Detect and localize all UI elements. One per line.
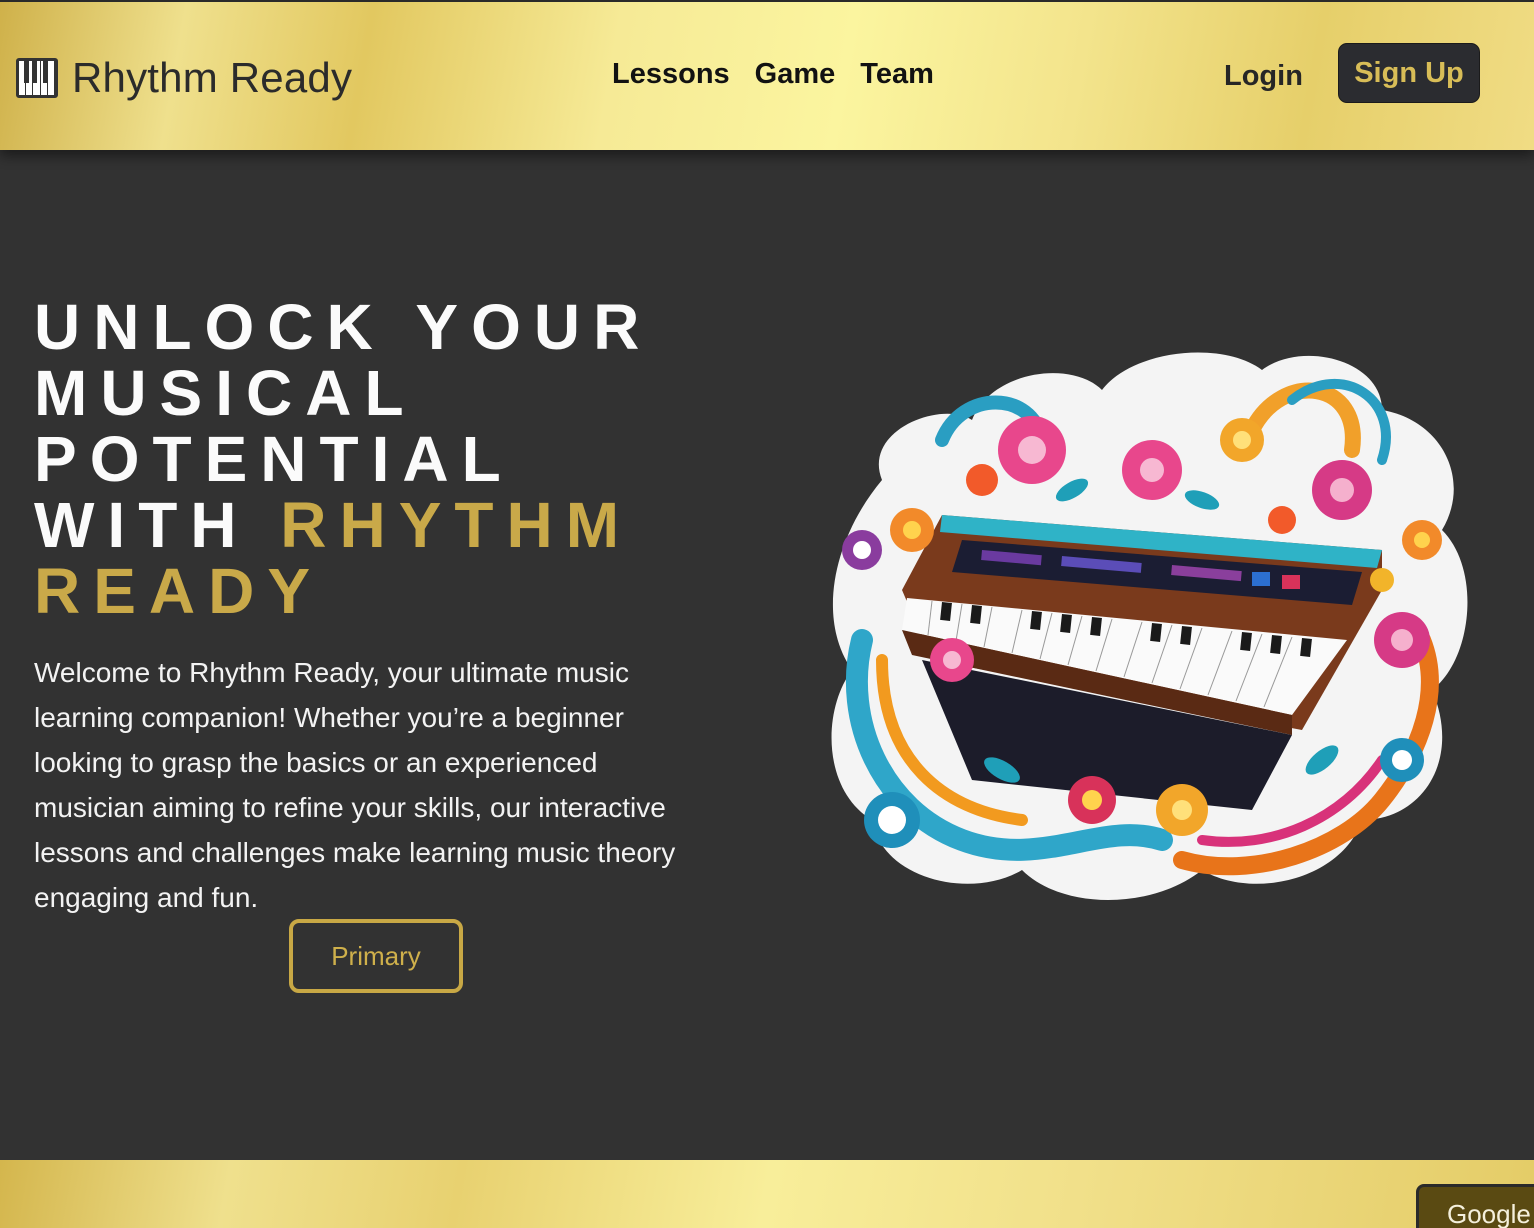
hero-description: Welcome to Rhythm Ready, your ultimate m… xyxy=(34,657,676,913)
hero-title-line-1: UNLOCK YOUR xyxy=(34,291,653,363)
hero-title-line-3: POTENTIAL xyxy=(34,423,514,495)
brand-logo-link[interactable]: Rhythm Ready xyxy=(16,54,352,102)
nav-link-team[interactable]: Team xyxy=(860,58,934,91)
login-link[interactable]: Login xyxy=(1224,60,1303,93)
hero-title-accent-ready: READY xyxy=(34,555,324,627)
hero-title: UNLOCK YOUR MUSICAL POTENTIAL WITH RHYTH… xyxy=(34,294,734,624)
site-footer xyxy=(0,1160,1534,1228)
google-button[interactable]: Google xyxy=(1416,1184,1534,1228)
nav-link-lessons[interactable]: Lessons xyxy=(612,58,730,91)
main-nav: Lessons Game Team xyxy=(612,58,934,91)
primary-button[interactable]: Primary xyxy=(289,919,463,993)
hero-title-line-2: MUSICAL xyxy=(34,357,417,429)
sign-up-button[interactable]: Sign Up xyxy=(1338,43,1480,103)
site-header: Rhythm Ready Lessons Game Team Login Sig… xyxy=(0,0,1534,150)
brand-name: Rhythm Ready xyxy=(72,54,353,101)
hero-title-accent-rhythm: RHYTHM xyxy=(280,489,633,561)
colorful-piano-illustration-icon xyxy=(831,352,1468,901)
piano-keys-icon xyxy=(16,58,58,98)
hero-title-line-4: WITH xyxy=(34,489,250,561)
nav-link-game[interactable]: Game xyxy=(755,58,836,91)
